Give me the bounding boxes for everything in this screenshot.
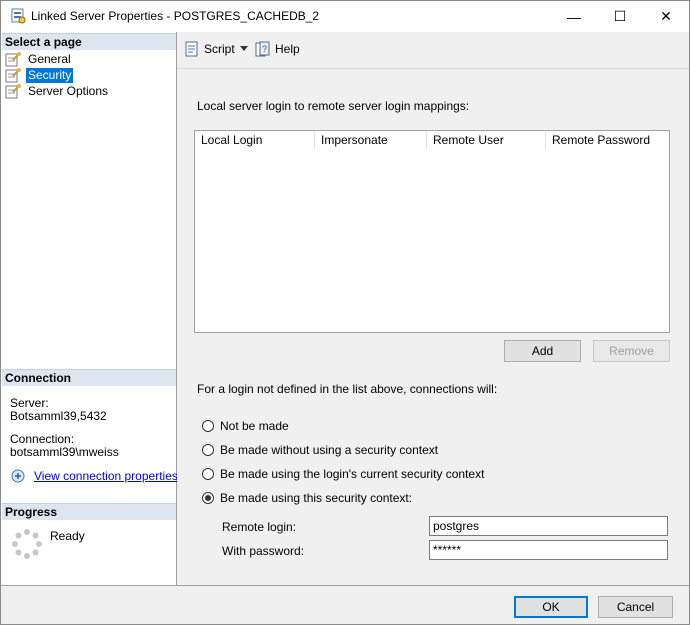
page-item-label: General xyxy=(28,51,71,66)
radio-label: Be made without using a security context xyxy=(220,443,439,457)
column-header-impersonate[interactable]: Impersonate xyxy=(315,131,427,150)
ok-button[interactable]: OK xyxy=(514,596,588,618)
radio-label: Not be made xyxy=(220,419,289,433)
server-label: Server: xyxy=(10,396,49,410)
connection-value: botsamml39\mweiss xyxy=(10,445,119,459)
undefined-login-label: For a login not defined in the list abov… xyxy=(197,382,498,396)
radio-circle[interactable] xyxy=(202,444,214,456)
wrench-page-icon xyxy=(5,68,21,83)
select-page-heading: Select a page xyxy=(2,33,176,50)
password-input[interactable]: ****** xyxy=(429,540,668,560)
help-button[interactable]: ? Help xyxy=(255,41,300,57)
radio-label: Be made using this security context: xyxy=(220,491,413,505)
add-button-label: Add xyxy=(531,344,554,358)
remove-button[interactable]: Remove xyxy=(593,340,670,362)
help-icon: ? xyxy=(255,41,270,57)
close-icon: ✕ xyxy=(660,8,672,24)
remove-button-label: Remove xyxy=(609,344,654,358)
script-label: Script xyxy=(204,42,235,56)
help-label: Help xyxy=(275,42,300,56)
script-button[interactable]: Script xyxy=(184,41,235,57)
radio-current-security-context[interactable]: Be made using the login's current securi… xyxy=(202,467,484,481)
script-dropdown-arrow-icon[interactable] xyxy=(240,46,248,51)
maximize-button[interactable]: ☐ xyxy=(597,1,643,32)
connection-label: Connection: xyxy=(10,432,75,446)
linked-server-properties-window: Linked Server Properties - POSTGRES_CACH… xyxy=(0,0,690,625)
dialog-button-bar: OK Cancel xyxy=(1,585,689,624)
minimize-button[interactable]: — xyxy=(551,1,597,32)
toolbar: Script ? Help xyxy=(177,32,689,69)
radio-circle[interactable] xyxy=(202,420,214,432)
view-connection-properties-link[interactable]: View connection properties xyxy=(10,468,178,484)
connection-properties-icon xyxy=(11,469,25,483)
remote-login-input[interactable]: postgres xyxy=(429,516,668,536)
column-header-remote-user[interactable]: Remote User xyxy=(427,131,546,150)
left-pane: Select a page General Security Server Op… xyxy=(1,32,178,585)
svg-text:?: ? xyxy=(262,44,267,54)
linked-server-app-icon xyxy=(11,8,26,24)
radio-not-be-made[interactable]: Not be made xyxy=(202,419,289,433)
radio-without-security-context[interactable]: Be made without using a security context xyxy=(202,443,438,457)
password-label: With password: xyxy=(222,544,305,558)
progress-heading: Progress xyxy=(2,503,176,520)
page-item-label: Server Options xyxy=(28,83,109,98)
connection-heading: Connection xyxy=(2,369,176,386)
progress-spinner-icon xyxy=(12,529,42,559)
close-button[interactable]: ✕ xyxy=(643,1,689,32)
server-value: Botsamml39,5432 xyxy=(10,409,107,423)
radio-label: Be made using the login's current securi… xyxy=(220,467,485,481)
radio-this-security-context[interactable]: Be made using this security context: xyxy=(202,491,412,505)
remote-login-label: Remote login: xyxy=(222,520,297,534)
minimize-icon: — xyxy=(567,8,581,25)
view-connection-properties-text: View connection properties xyxy=(34,469,178,483)
login-mappings-grid[interactable]: Local Login Impersonate Remote User Remo… xyxy=(194,130,670,333)
radio-circle[interactable] xyxy=(202,468,214,480)
cancel-button-label: Cancel xyxy=(616,600,655,614)
maximize-icon: ☐ xyxy=(613,8,627,24)
wrench-page-icon xyxy=(5,52,21,67)
page-item-server-options[interactable]: Server Options xyxy=(5,83,110,99)
ok-button-label: OK xyxy=(542,600,560,614)
add-button[interactable]: Add xyxy=(504,340,581,362)
wrench-page-icon xyxy=(5,84,21,99)
window-title: Linked Server Properties - POSTGRES_CACH… xyxy=(31,9,320,23)
security-page: Script ? Help Local server login to remo… xyxy=(177,32,689,585)
column-header-remote-password[interactable]: Remote Password xyxy=(546,131,669,150)
cancel-button[interactable]: Cancel xyxy=(598,596,673,618)
script-icon xyxy=(185,41,198,57)
page-item-general[interactable]: General xyxy=(5,51,73,67)
progress-status: Ready xyxy=(50,529,85,543)
radio-circle-checked[interactable] xyxy=(202,492,214,504)
title-bar[interactable]: Linked Server Properties - POSTGRES_CACH… xyxy=(1,1,689,32)
column-header-local-login[interactable]: Local Login xyxy=(195,131,315,150)
page-item-label: Security xyxy=(26,67,74,83)
mappings-label: Local server login to remote server logi… xyxy=(197,99,470,113)
page-item-security[interactable]: Security xyxy=(5,67,74,83)
